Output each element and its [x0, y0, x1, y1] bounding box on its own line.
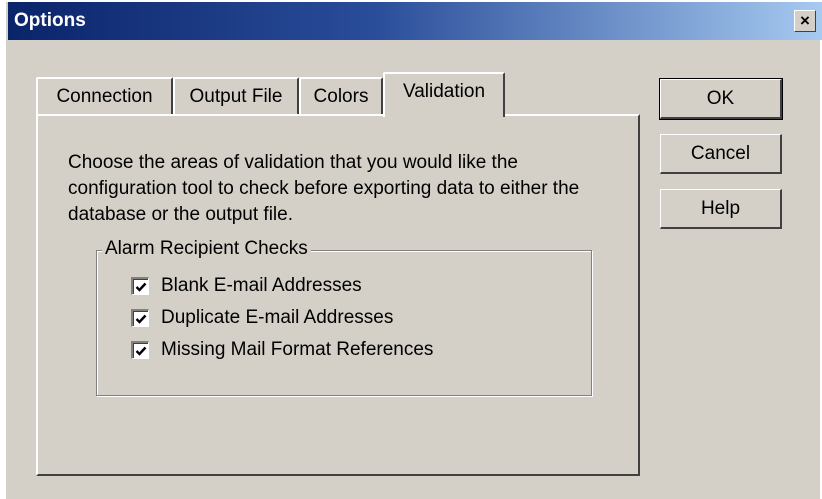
close-button[interactable]: × — [794, 10, 816, 32]
title-bar[interactable]: Options × — [8, 2, 822, 40]
validation-panel: Choose the areas of validation that you … — [36, 114, 640, 476]
tab-label: Output File — [189, 85, 283, 107]
alarm-recipient-checks-group: Alarm Recipient Checks Blank E-mail Addr… — [96, 238, 592, 396]
checkmark-icon — [135, 314, 146, 324]
tab-output-file[interactable]: Output File — [173, 77, 299, 114]
checkbox[interactable] — [131, 277, 149, 295]
check-duplicate-email[interactable]: Duplicate E-mail Addresses — [131, 307, 393, 329]
checkbox[interactable] — [131, 341, 149, 359]
check-label: Missing Mail Format References — [161, 339, 434, 360]
check-blank-email[interactable]: Blank E-mail Addresses — [131, 275, 362, 297]
options-dialog: Options × Connection Output File Colors … — [4, 0, 822, 499]
tab-label: Connection — [56, 85, 153, 107]
cancel-button[interactable]: Cancel — [660, 134, 782, 174]
check-label: Duplicate E-mail Addresses — [161, 307, 394, 328]
tab-label: Validation — [402, 81, 486, 102]
close-icon: × — [800, 11, 810, 30]
button-label: Help — [700, 197, 741, 219]
help-button[interactable]: Help — [660, 189, 782, 229]
checkbox[interactable] — [131, 309, 149, 327]
tab-label: Colors — [313, 85, 369, 107]
dialog-title: Options — [14, 10, 86, 31]
tab-colors[interactable]: Colors — [299, 77, 383, 114]
group-label: Alarm Recipient Checks — [102, 238, 311, 260]
check-label: Blank E-mail Addresses — [161, 275, 362, 296]
tab-connection[interactable]: Connection — [36, 77, 173, 114]
ok-button[interactable]: OK — [659, 78, 783, 120]
validation-description: Choose the areas of validation that you … — [68, 152, 580, 225]
checkmark-icon — [135, 346, 146, 356]
button-label: OK — [706, 87, 735, 109]
check-missing-mail-format[interactable]: Missing Mail Format References — [131, 339, 433, 361]
checkmark-icon — [135, 282, 146, 292]
tab-validation[interactable]: Validation — [383, 72, 505, 117]
button-label: Cancel — [690, 142, 751, 164]
